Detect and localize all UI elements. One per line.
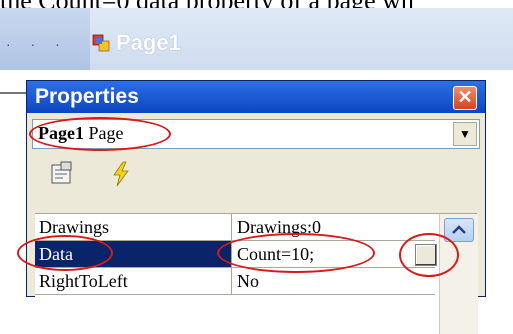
property-name: RightToLeft	[39, 271, 128, 291]
property-row[interactable]: RightToLeft No	[35, 268, 435, 295]
grip-dots: · · ·	[6, 36, 68, 52]
properties-titlebar[interactable]: Properties ✕	[27, 81, 485, 113]
property-name-cell: RightToLeft	[35, 268, 232, 294]
events-bolt-icon[interactable]	[109, 161, 133, 187]
document-tab-strip: · · · Page1	[0, 8, 513, 71]
properties-window: Properties ✕ Page1 Page ▼ Drawings Drawi…	[17, 80, 486, 334]
chevron-up-icon	[452, 225, 466, 234]
divider	[0, 92, 28, 94]
annotation-oval	[17, 235, 113, 271]
close-icon: ✕	[457, 87, 473, 107]
annotation-oval	[29, 117, 171, 151]
page-icon	[92, 34, 110, 52]
property-value-cell[interactable]: No	[233, 268, 433, 294]
chevron-down-icon: ▼	[459, 127, 471, 141]
toolbar-left-pane: · · ·	[0, 8, 90, 70]
close-button[interactable]: ✕	[453, 86, 477, 110]
page-tab[interactable]: Page1	[116, 30, 181, 56]
window-title: Properties	[35, 85, 139, 108]
caption-text: the Count=0 data property of a page wh	[0, 0, 513, 8]
annotation-oval	[217, 233, 375, 273]
properties-icon[interactable]	[49, 161, 75, 187]
property-row[interactable]: Drawings Drawings:0	[35, 214, 435, 241]
property-value: No	[237, 271, 259, 291]
annotation-oval	[399, 233, 459, 277]
dropdown-button[interactable]: ▼	[453, 122, 477, 146]
vertical-scrollbar[interactable]	[439, 214, 478, 334]
